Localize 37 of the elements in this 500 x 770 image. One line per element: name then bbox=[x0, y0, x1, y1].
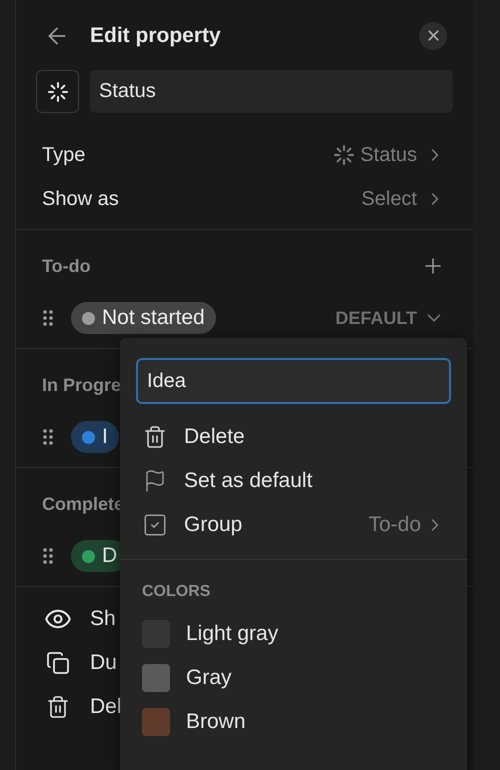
action-label[interactable]: Du bbox=[90, 646, 117, 678]
duplicate-icon bbox=[46, 650, 70, 674]
action-label[interactable]: Sh bbox=[90, 602, 116, 634]
checkbox[interactable] bbox=[142, 512, 168, 538]
setting-value[interactable]: Status bbox=[360, 140, 417, 170]
status-option-tag[interactable]: I bbox=[71, 421, 119, 453]
panel-title: Edit property bbox=[90, 22, 221, 49]
trash-icon bbox=[143, 425, 167, 449]
status-option-tag[interactable]: Not started bbox=[71, 302, 216, 334]
setting-label: Type bbox=[42, 143, 86, 168]
property-icon-button[interactable] bbox=[36, 70, 79, 113]
action-label[interactable]: Del bbox=[90, 690, 122, 722]
color-label[interactable]: Brown bbox=[186, 706, 246, 738]
status-icon bbox=[46, 80, 70, 104]
option-name-field[interactable]: Idea bbox=[136, 358, 451, 404]
color-swatch[interactable] bbox=[142, 708, 170, 736]
color-label[interactable]: Gray bbox=[186, 662, 232, 694]
group-heading: Complete bbox=[42, 492, 124, 516]
group-value[interactable]: To-do bbox=[368, 509, 421, 541]
drag-handle-icon[interactable] bbox=[42, 428, 54, 446]
setting-value[interactable]: Select bbox=[361, 184, 417, 214]
menu-item-label[interactable]: Set as default bbox=[184, 465, 312, 497]
color-label[interactable]: Light gray bbox=[186, 618, 278, 650]
menu-item-label[interactable]: Group bbox=[184, 509, 242, 541]
group-heading: In Progre bbox=[42, 374, 122, 397]
trash-icon bbox=[46, 694, 70, 718]
property-name-field[interactable]: Status bbox=[90, 70, 453, 113]
default-label: DEFAULT bbox=[335, 306, 417, 330]
group-heading: To-do bbox=[42, 254, 91, 278]
drag-handle-icon[interactable] bbox=[42, 547, 54, 565]
menu-item-label[interactable]: Delete bbox=[184, 421, 245, 453]
setting-label: Show as bbox=[42, 187, 119, 212]
close-button[interactable] bbox=[419, 22, 447, 50]
drag-handle-icon[interactable] bbox=[42, 309, 54, 327]
status-icon bbox=[332, 143, 356, 167]
color-swatch[interactable] bbox=[142, 664, 170, 692]
colors-heading: COLORS bbox=[141, 582, 212, 602]
